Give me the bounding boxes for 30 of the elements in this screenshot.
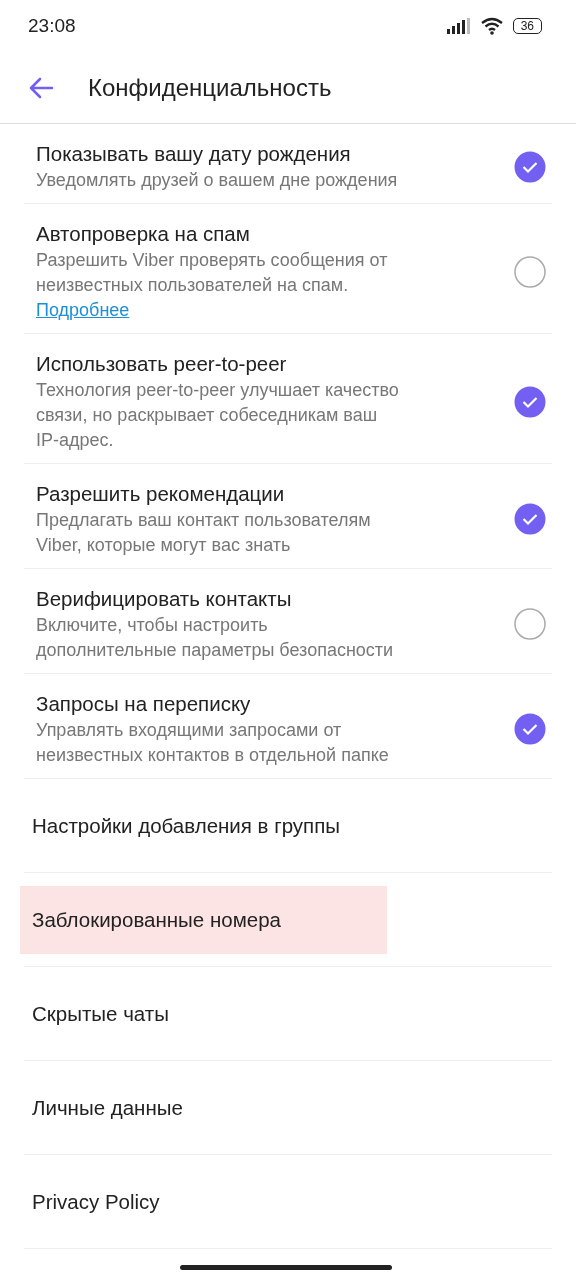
checkbox[interactable] bbox=[514, 385, 546, 418]
wifi-icon bbox=[480, 17, 505, 35]
signal-icon bbox=[446, 18, 473, 34]
setting-description: Уведомлять друзей о вашем дне рождения bbox=[36, 169, 398, 192]
screen-title: Конфиденциальность bbox=[88, 73, 332, 102]
menu-item[interactable]: Настройки добавления в группы bbox=[20, 791, 447, 860]
setting-title: Автопроверка на спам bbox=[36, 221, 250, 247]
checkbox[interactable] bbox=[514, 503, 546, 535]
setting-title: Разрешить рекомендации bbox=[36, 481, 285, 507]
menu-item[interactable]: Заблокированные номера bbox=[20, 885, 387, 954]
menu-item[interactable]: Личные данные bbox=[20, 1073, 289, 1142]
back-arrow-icon[interactable] bbox=[28, 76, 54, 99]
setting-title: Использовать peer-to-peer bbox=[36, 351, 287, 377]
setting-description: Разрешить Viber проверять сообщения от неизвестных пользователей на спам. bbox=[36, 249, 388, 297]
setting-description: Управлять входящими запросами от неизвестных контактов в отдельной папке bbox=[36, 719, 389, 767]
battery-indicator: 36 bbox=[512, 18, 542, 34]
checkbox[interactable] bbox=[514, 150, 546, 183]
status-time: 23:08 bbox=[28, 15, 76, 37]
setting-description: Включите, чтобы настроить дополнительные параметры безопасности bbox=[36, 614, 394, 662]
setting-title: Верифицировать контакты bbox=[36, 586, 292, 612]
setting-title: Показывать вашу дату рождения bbox=[36, 141, 351, 167]
menu-item[interactable]: Privacy Policy bbox=[20, 1167, 266, 1236]
checkbox[interactable] bbox=[514, 608, 546, 640]
checkbox[interactable] bbox=[514, 255, 546, 288]
setting-description: Предлагать ваш контакт пользователям Viber, которые могут вас знать bbox=[36, 509, 371, 557]
checkbox[interactable] bbox=[514, 713, 546, 745]
menu-item[interactable]: Скрытые чаты bbox=[20, 979, 275, 1048]
setting-title: Запросы на переписку bbox=[36, 691, 251, 717]
setting-description: Технология peer-to-peer улучшает качество связи, но раскрывает собеседникам ваш IP-адрес. bbox=[36, 379, 399, 452]
learn-more-link[interactable]: Подробнее bbox=[36, 298, 130, 323]
